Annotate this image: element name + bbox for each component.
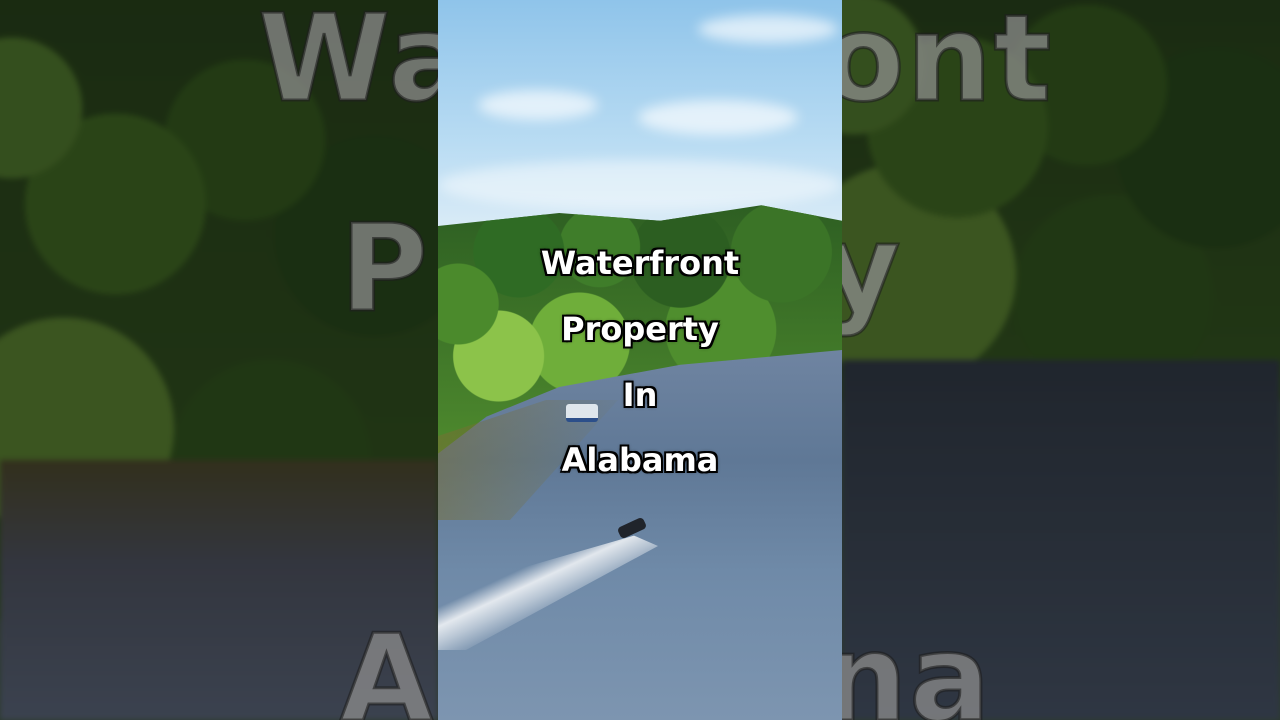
cloud [698,15,838,43]
caption-line-3: In [622,376,658,414]
right-blurred-backdrop: ont y na [842,0,1280,720]
backdrop-word-left-bottom: A [339,609,435,720]
backdrop-word-right-bottom: na [842,609,993,720]
cloud [638,100,798,135]
backdrop-word-right-top: ont [842,0,1054,131]
left-blurred-backdrop: Wa P A [0,0,438,720]
backdrop-word-left-top: Wa [256,0,438,131]
backdrop-word-right-mid: y [842,199,903,341]
caption-line-4: Alabama [561,441,719,479]
cloud [438,160,842,210]
caption-line-2: Property [561,310,719,348]
video-frame[interactable]: Waterfront Property In Alabama [438,0,842,720]
backdrop-word-left-mid: P [339,199,430,341]
cloud [478,90,598,120]
caption-line-1: Waterfront [540,244,740,282]
